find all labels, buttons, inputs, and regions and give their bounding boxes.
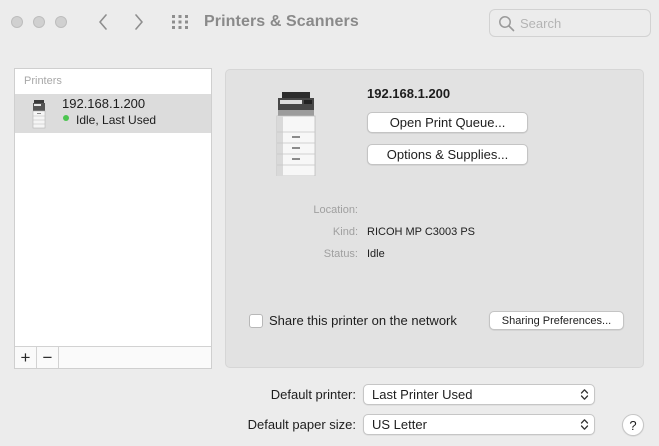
sharing-preferences-button[interactable]: Sharing Preferences... xyxy=(489,311,624,330)
window-title: Printers & Scanners xyxy=(204,13,359,30)
printer-list: Printers 192.168.1.200 Idle, Last Used +… xyxy=(14,68,212,369)
search-input[interactable] xyxy=(520,14,645,33)
grid-icon xyxy=(172,15,188,29)
printer-details-pane: 192.168.1.200 Open Print Queue... Option… xyxy=(225,69,644,368)
forward-button[interactable] xyxy=(128,11,150,33)
search-field[interactable] xyxy=(489,9,651,37)
share-printer-checkbox[interactable] xyxy=(249,314,263,328)
printer-name: 192.168.1.200 xyxy=(62,96,146,111)
printer-image xyxy=(276,92,316,176)
status-value: Idle xyxy=(367,248,385,260)
search-icon xyxy=(499,16,515,32)
default-paper-size-value: US Letter xyxy=(372,417,427,432)
help-button[interactable]: ? xyxy=(622,414,644,436)
show-all-button[interactable] xyxy=(170,13,190,31)
default-paper-size-label: Default paper size: xyxy=(247,417,356,432)
printer-icon xyxy=(32,100,46,129)
close-window-button[interactable] xyxy=(11,16,23,28)
status-label: Status: xyxy=(323,248,358,260)
back-button[interactable] xyxy=(92,11,114,33)
kind-label: Kind: xyxy=(332,226,358,238)
kind-value: RICOH MP C3003 PS xyxy=(367,226,476,238)
location-label: Location: xyxy=(313,204,358,216)
up-down-arrows-icon xyxy=(580,419,589,430)
chevron-right-icon xyxy=(135,14,143,30)
default-printer-label: Default printer: xyxy=(270,387,356,402)
default-printer-value: Last Printer Used xyxy=(372,387,473,402)
minimize-window-button[interactable] xyxy=(33,16,45,28)
share-printer-label[interactable]: Share this printer on the network xyxy=(269,313,457,328)
remove-printer-button[interactable]: − xyxy=(37,347,59,368)
list-item[interactable]: 192.168.1.200 Idle, Last Used xyxy=(15,94,211,133)
chevron-left-icon xyxy=(99,14,107,30)
list-footer: + − xyxy=(15,346,211,368)
printer-status: Idle, Last Used xyxy=(76,113,157,127)
list-header: Printers xyxy=(24,75,62,87)
window-toolbar: Printers & Scanners xyxy=(0,0,659,46)
open-print-queue-button[interactable]: Open Print Queue... xyxy=(367,112,528,133)
up-down-arrows-icon xyxy=(580,389,589,400)
add-printer-button[interactable]: + xyxy=(15,347,37,368)
printer-title: 192.168.1.200 xyxy=(367,86,451,101)
default-printer-select[interactable]: Last Printer Used xyxy=(363,384,595,405)
options-supplies-button[interactable]: Options & Supplies... xyxy=(367,144,528,165)
default-paper-size-select[interactable]: US Letter xyxy=(363,414,595,435)
status-indicator xyxy=(63,115,69,121)
zoom-window-button[interactable] xyxy=(55,16,67,28)
